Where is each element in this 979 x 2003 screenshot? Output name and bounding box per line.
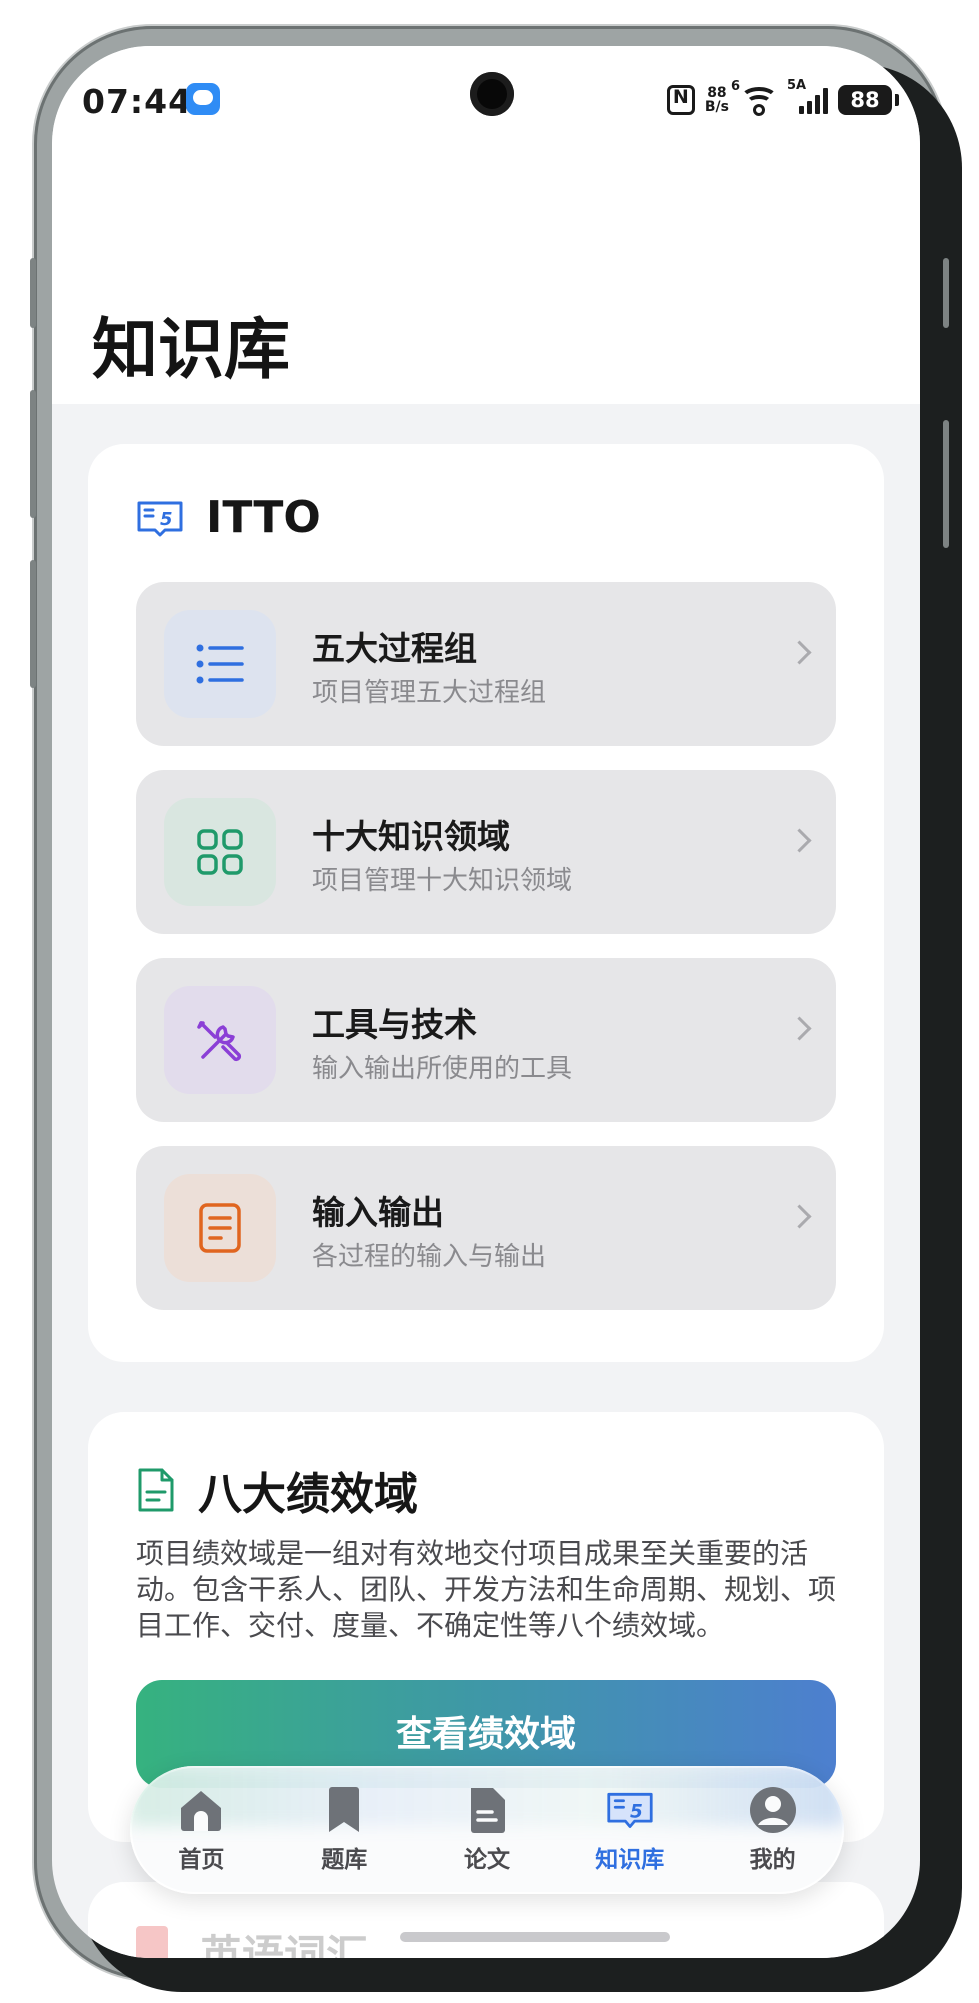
item-title: 十大知识领域 (312, 817, 510, 856)
nav-label: 首页 (178, 1847, 225, 1873)
itto-item-inputs-outputs[interactable]: 输入输出 各过程的输入与输出 (136, 1146, 836, 1310)
performance-description: 项目绩效域是一组对有效地交付项目成果至关重要的活动。包含干系人、团队、开发方法和… (136, 1537, 836, 1642)
svg-text:5: 5 (630, 1801, 643, 1822)
document-icon (136, 1466, 176, 1514)
item-subtitle: 输入输出所使用的工具 (312, 1054, 573, 1084)
vocab-icon (136, 1926, 168, 1958)
book-icon: 5 (136, 498, 184, 538)
item-subtitle: 项目管理十大知识领域 (312, 866, 573, 896)
itto-item-knowledge-areas[interactable]: 十大知识领域 项目管理十大知识领域 (136, 770, 836, 934)
user-icon (749, 1786, 797, 1834)
grid-icon (197, 829, 243, 875)
tools-icon (197, 1021, 242, 1062)
chevron-right-icon (787, 1204, 812, 1229)
paper-icon (463, 1786, 511, 1834)
status-time: 07:44 (82, 82, 193, 121)
home-icon (177, 1786, 225, 1834)
wifi-tag: 6 (731, 79, 741, 94)
nav-label: 知识库 (595, 1847, 665, 1873)
network-speed: 88 B/s (705, 86, 729, 114)
document-icon (199, 1203, 241, 1253)
side-button (30, 560, 36, 688)
chevron-right-icon (787, 828, 812, 853)
svg-text:5: 5 (160, 509, 173, 530)
grid-icon-box (164, 798, 276, 906)
nav-item-question-bank[interactable]: 题库 (279, 1786, 409, 1874)
signal-icon: 5A (787, 78, 828, 114)
battery-icon: 88 (838, 85, 899, 115)
chevron-right-icon (787, 1016, 812, 1041)
message-notification-icon (186, 83, 220, 115)
wifi-icon: 6 (731, 79, 779, 116)
tools-icon-box (164, 986, 276, 1094)
side-button (30, 258, 36, 328)
item-subtitle: 项目管理五大过程组 (312, 678, 547, 708)
nav-item-papers[interactable]: 论文 (422, 1786, 552, 1874)
signal-tag: 5A (787, 78, 807, 93)
vocab-title: 英语词汇 (200, 1931, 369, 1958)
page-title: 知识库 (92, 311, 290, 388)
book-icon: 5 (606, 1786, 654, 1834)
itto-card: 5 ITTO 五大过程组 项目管理五大过程组 十大知识领域 项目管理十大知识领域… (88, 444, 884, 1362)
nav-item-profile[interactable]: 我的 (708, 1786, 838, 1874)
list-icon (196, 644, 244, 684)
nav-item-home[interactable]: 首页 (136, 1786, 266, 1874)
nfc-icon (666, 85, 695, 115)
nav-label: 我的 (749, 1847, 796, 1873)
itto-item-process-groups[interactable]: 五大过程组 项目管理五大过程组 (136, 582, 836, 746)
screen: 07:44 88 B/s 6 5A 88 知识库 (52, 46, 920, 1958)
list-icon-box (164, 610, 276, 718)
side-button (943, 420, 949, 548)
header: 07:44 88 B/s 6 5A 88 知识库 (52, 46, 920, 404)
performance-header: 八大绩效域 (136, 1458, 418, 1522)
front-camera (470, 72, 514, 116)
status-icons: 88 B/s 6 5A 88 (666, 78, 899, 120)
side-button (30, 390, 36, 518)
chevron-right-icon (787, 640, 812, 665)
home-indicator[interactable] (400, 1932, 670, 1942)
itto-title: ITTO (206, 492, 321, 543)
document-icon-box (164, 1174, 276, 1282)
bookmark-icon (320, 1786, 368, 1834)
item-title: 五大过程组 (312, 629, 477, 668)
nav-label: 题库 (321, 1847, 368, 1873)
side-button (943, 258, 949, 328)
nav-item-knowledge-base[interactable]: 5 知识库 (565, 1786, 695, 1874)
bottom-nav: 首页 题库 论文 5 知识库 我的 (130, 1766, 844, 1894)
itto-item-tools-techniques[interactable]: 工具与技术 输入输出所使用的工具 (136, 958, 836, 1122)
nav-label: 论文 (463, 1847, 510, 1873)
item-subtitle: 各过程的输入与输出 (312, 1242, 547, 1272)
network-speed-unit: B/s (704, 99, 729, 115)
item-title: 输入输出 (312, 1193, 444, 1232)
performance-title: 八大绩效域 (198, 1469, 418, 1520)
network-speed-value: 88 (707, 85, 727, 101)
itto-header: 5 ITTO (136, 492, 321, 543)
item-title: 工具与技术 (312, 1005, 477, 1044)
